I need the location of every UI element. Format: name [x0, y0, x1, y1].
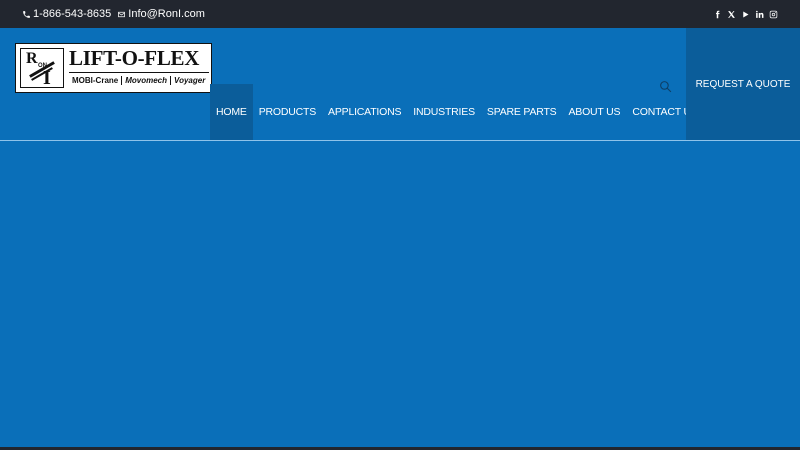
logo-mark: R ON I	[20, 48, 64, 89]
logo-letter-r: R	[26, 50, 38, 67]
site-header: R ON I LIFT-O-FLEX MOBI-Crane Movomech V…	[0, 28, 800, 140]
linkedin-icon[interactable]	[755, 9, 764, 19]
brand-movomech: Movomech	[122, 76, 172, 85]
logo-brands: MOBI-Crane Movomech Voyager	[69, 72, 209, 88]
main-nav: HOME PRODUCTS APPLICATIONS INDUSTRIES SP…	[210, 84, 704, 140]
nav-item-industries[interactable]: INDUSTRIES	[407, 84, 481, 140]
social-links	[713, 9, 778, 19]
request-quote-button[interactable]: REQUEST A QUOTE	[686, 28, 800, 140]
nav-item-applications[interactable]: APPLICATIONS	[322, 84, 407, 140]
phone-number: 1-866-543-8635	[33, 8, 112, 20]
x-icon[interactable]	[727, 9, 736, 19]
brand-voyager: Voyager	[174, 76, 206, 85]
youtube-icon[interactable]	[741, 9, 750, 19]
contact-info: 1-866-543-8635 Info@RonI.com	[22, 8, 205, 20]
nav-item-products[interactable]: PRODUCTS	[253, 84, 322, 140]
mail-icon	[118, 11, 126, 17]
email-link[interactable]: Info@RonI.com	[117, 8, 205, 20]
site-logo[interactable]: R ON I LIFT-O-FLEX MOBI-Crane Movomech V…	[15, 43, 212, 93]
nav-item-home[interactable]: HOME	[210, 84, 253, 140]
nav-item-spare-parts[interactable]: SPARE PARTS	[481, 84, 563, 140]
logo-letter-i: I	[43, 67, 51, 89]
hero-area	[0, 141, 800, 447]
nav-item-about-us[interactable]: ABOUT US	[562, 84, 626, 140]
facebook-icon[interactable]	[713, 9, 722, 19]
phone-link[interactable]: 1-866-543-8635	[22, 8, 111, 20]
email-address: Info@RonI.com	[128, 8, 205, 20]
logo-wordmark: LIFT-O-FLEX	[69, 46, 200, 70]
instagram-icon[interactable]	[769, 9, 778, 19]
top-bar: 1-866-543-8635 Info@RonI.com	[0, 0, 800, 28]
brand-mobi-crane: MOBI-Crane	[69, 76, 123, 85]
phone-icon	[23, 10, 30, 18]
